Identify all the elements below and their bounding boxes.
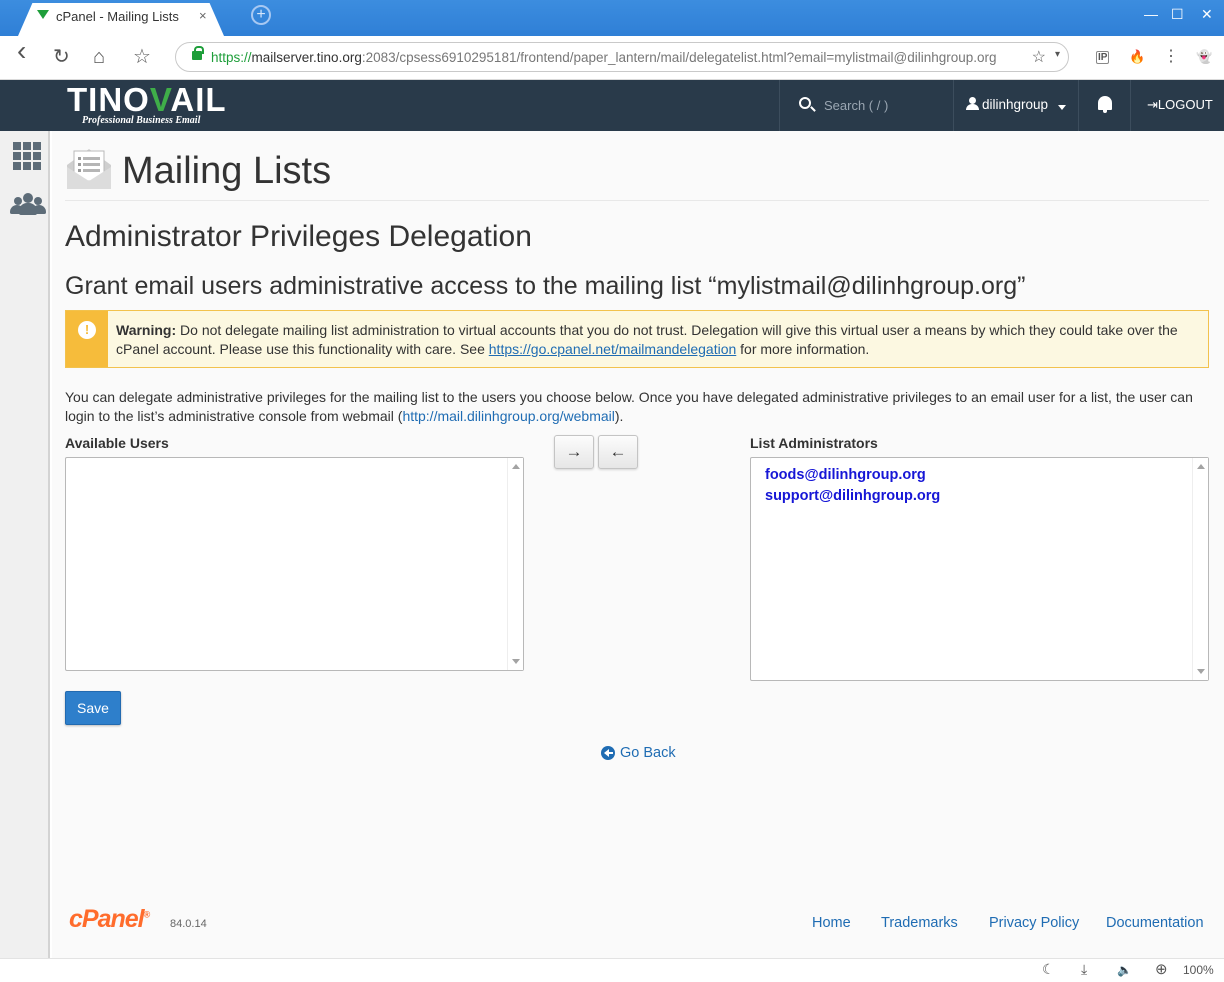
address-url[interactable]: https://mailserver.tino.org:2083/cpsess6… xyxy=(211,50,997,65)
download-icon[interactable]: ⤓ xyxy=(1081,961,1087,978)
tab-title[interactable]: cPanel - Mailing Lists xyxy=(56,9,179,24)
search-icon xyxy=(799,97,811,109)
footer-home-link[interactable]: Home xyxy=(812,915,851,931)
footer-documentation-link[interactable]: Documentation xyxy=(1106,915,1204,931)
star-icon[interactable]: ☆ xyxy=(1032,47,1046,67)
warning-callout: ! Warning: Do not delegate mailing list … xyxy=(65,310,1209,368)
tab-close-button[interactable]: × xyxy=(199,8,207,23)
search-input[interactable]: Search ( / ) xyxy=(824,98,888,113)
cpanel-version: 84.0.14 xyxy=(170,918,207,930)
window-minimize-button[interactable]: — xyxy=(1144,6,1158,22)
url-host: mailserver.tino.org xyxy=(251,50,362,65)
main-content: Mailing Lists Administrator Privileges D… xyxy=(52,131,1224,958)
apps-grid-icon[interactable] xyxy=(13,142,42,170)
header-divider xyxy=(779,80,780,131)
add-admin-button[interactable]: → xyxy=(554,435,594,469)
list-item[interactable]: support@dilinhgroup.org xyxy=(765,488,940,504)
window-close-button[interactable]: ✕ xyxy=(1201,6,1213,23)
bookmark-button[interactable]: ☆ xyxy=(133,46,151,68)
star-caret-icon[interactable]: ▾ xyxy=(1055,49,1060,60)
webmail-link[interactable]: http://mail.dilinhgroup.org/webmail xyxy=(402,408,614,424)
scrollbar[interactable] xyxy=(507,458,523,670)
browser-statusbar: ☾ ⤓ 🔈 ⊕ 100% xyxy=(0,958,1224,982)
section-heading: Administrator Privileges Delegation xyxy=(65,220,532,253)
header-divider xyxy=(1130,80,1131,131)
go-back-link[interactable]: Go Back xyxy=(620,745,676,761)
reload-button[interactable]: ↻ xyxy=(53,46,70,68)
profile-icon[interactable]: 👻 xyxy=(1196,49,1212,65)
bell-icon[interactable] xyxy=(1098,96,1112,113)
title-divider xyxy=(65,200,1209,201)
list-admins-label: List Administrators xyxy=(750,435,878,451)
lock-icon xyxy=(192,46,204,60)
header-divider xyxy=(1078,80,1079,131)
back-arrow-icon[interactable] xyxy=(601,746,615,760)
remove-admin-button[interactable]: ← xyxy=(598,435,638,469)
zoom-level[interactable]: 100% xyxy=(1183,963,1214,977)
footer-privacy-link[interactable]: Privacy Policy xyxy=(989,915,1079,931)
window-maximize-button[interactable]: ☐ xyxy=(1171,6,1184,23)
delegation-description: You can delegate administrative privileg… xyxy=(65,389,1193,424)
page-title: Mailing Lists xyxy=(122,150,332,192)
browser-titlebar: cPanel - Mailing Lists × + — ☐ ✕ xyxy=(0,0,1224,36)
tab-favicon-icon xyxy=(37,10,49,19)
save-button[interactable]: Save xyxy=(65,691,121,725)
list-admins-list[interactable]: foods@dilinhgroup.org support@dilinhgrou… xyxy=(750,457,1209,681)
zoom-icon[interactable]: ⊕ xyxy=(1155,960,1168,978)
list-item[interactable]: foods@dilinhgroup.org xyxy=(765,467,926,483)
available-users-list[interactable] xyxy=(65,457,524,671)
fire-extension-icon[interactable]: 🔥 xyxy=(1129,49,1145,65)
available-users-label: Available Users xyxy=(65,435,169,451)
logo-tagline: Professional Business Email xyxy=(82,115,201,126)
new-tab-button[interactable]: + xyxy=(251,5,271,25)
tinomail-logo[interactable]: TINOVAIL xyxy=(67,81,227,119)
mailing-list-icon xyxy=(67,149,111,189)
ip-extension-icon[interactable]: IP xyxy=(1096,51,1110,64)
menu-icon[interactable]: ⋮ xyxy=(1163,46,1179,66)
home-button[interactable]: ⌂ xyxy=(93,46,105,68)
address-bar[interactable]: https://mailserver.tino.org:2083/cpsess6… xyxy=(175,42,1069,72)
section-subheading: Grant email users administrative access … xyxy=(65,272,1026,300)
users-icon[interactable] xyxy=(10,192,46,216)
footer-trademarks-link[interactable]: Trademarks xyxy=(881,915,958,931)
browser-toolbar: ‹ ↻ ⌂ ☆ https://mailserver.tino.org:2083… xyxy=(0,36,1224,80)
header-divider xyxy=(953,80,954,131)
cpanel-logo[interactable]: cPanel® xyxy=(69,905,150,934)
night-mode-icon[interactable]: ☾ xyxy=(1042,961,1055,978)
scrollbar[interactable] xyxy=(1192,458,1208,680)
sound-icon[interactable]: 🔈 xyxy=(1117,963,1132,977)
url-scheme: https:// xyxy=(211,50,252,65)
chevron-down-icon[interactable] xyxy=(1058,105,1066,110)
left-sidebar xyxy=(0,131,50,958)
logout-button[interactable]: ⇥LOGOUT xyxy=(1147,97,1213,113)
delegation-docs-link[interactable]: https://go.cpanel.net/mailmandelegation xyxy=(489,341,737,357)
warning-stripe: ! xyxy=(66,311,108,367)
warning-icon: ! xyxy=(78,321,96,339)
user-menu[interactable]: dilinhgroup xyxy=(982,97,1048,112)
url-path: :2083/cpsess6910295181/frontend/paper_la… xyxy=(361,50,997,65)
logout-icon: ⇥ xyxy=(1147,97,1158,112)
back-button[interactable]: ‹ xyxy=(17,37,26,65)
warning-text: Warning: Do not delegate mailing list ad… xyxy=(116,322,1178,357)
cpanel-header: TINOVAIL Professional Business Email Sea… xyxy=(0,80,1224,131)
user-icon xyxy=(966,97,979,111)
